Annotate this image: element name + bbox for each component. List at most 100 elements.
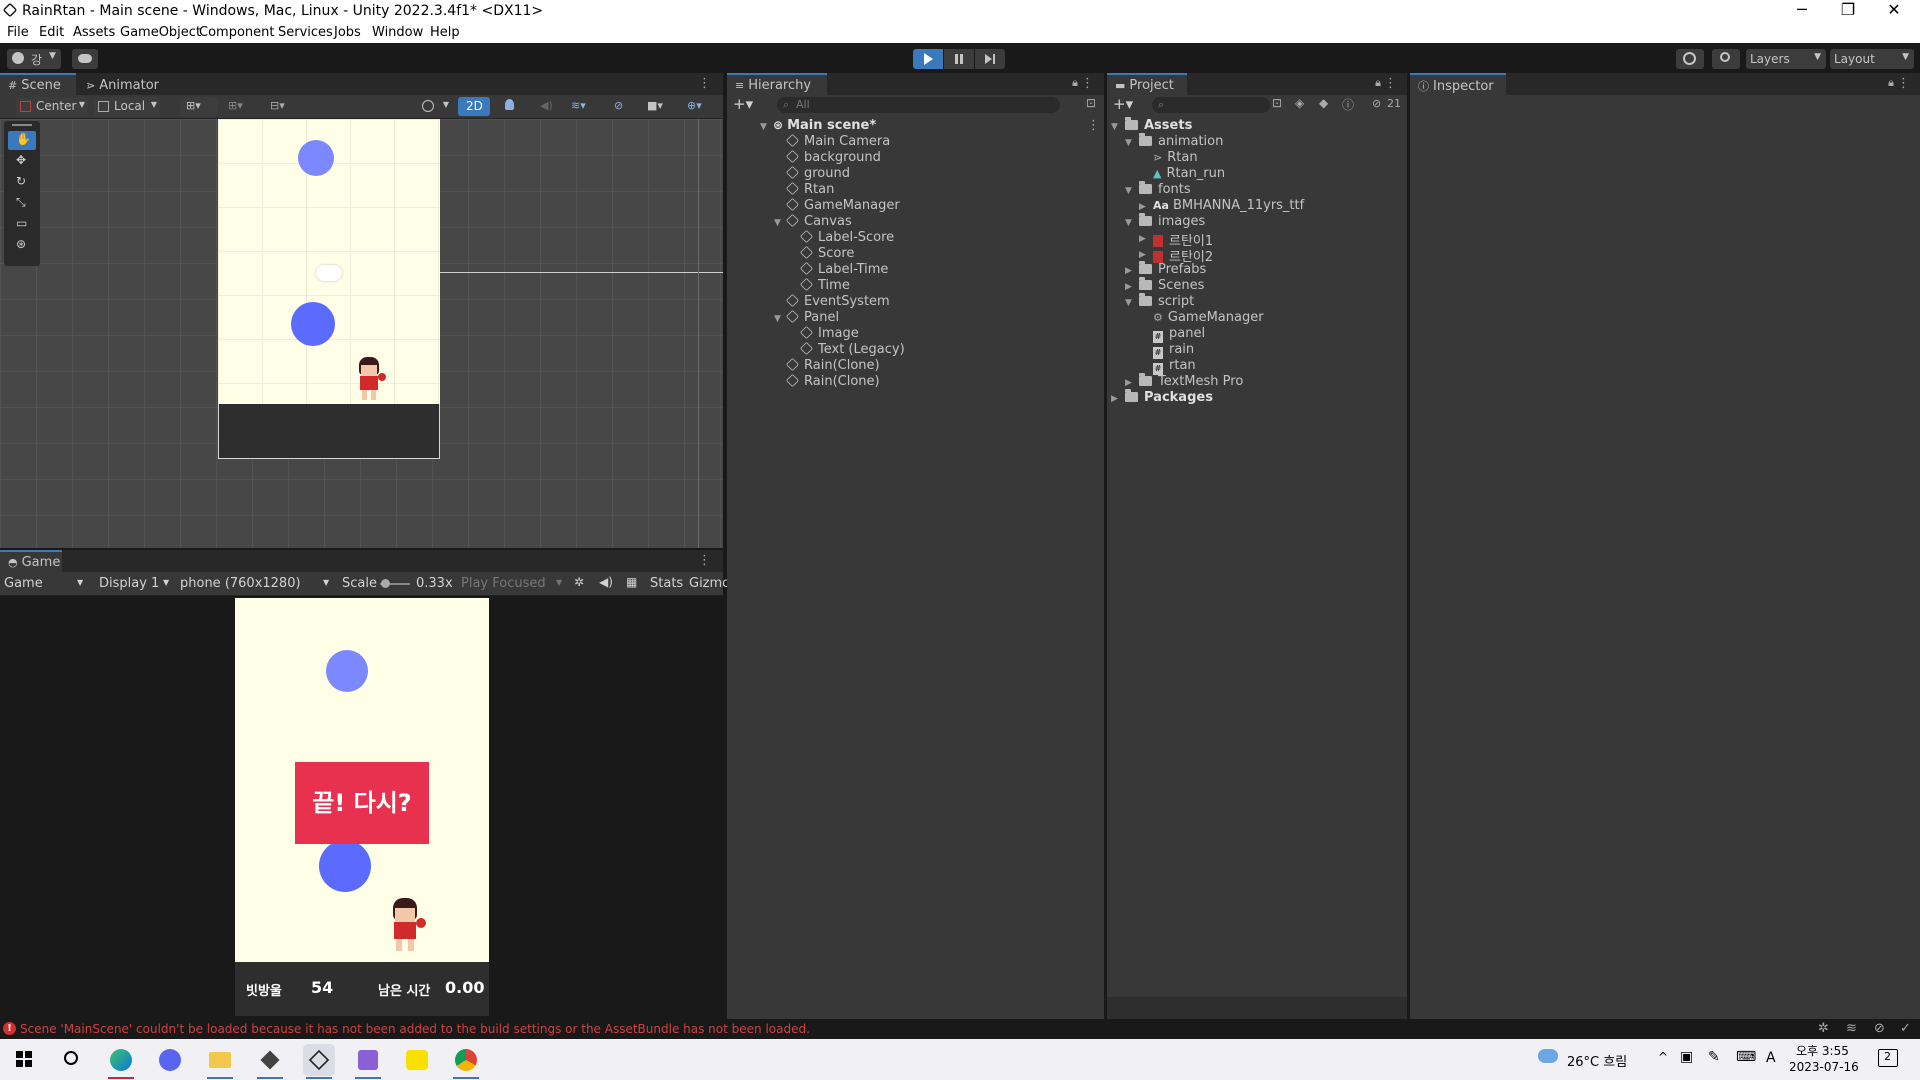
cloud-button[interactable] [72, 49, 98, 69]
menu-assets[interactable]: Assets [73, 25, 115, 40]
project-script-rain[interactable]: # rain [1153, 342, 1194, 359]
layout-dropdown[interactable]: Layout ▼ [1830, 49, 1914, 69]
hierarchy-item-canvas[interactable]: Canvas [785, 213, 852, 230]
hierarchy-item-panel[interactable]: Panel [785, 309, 839, 326]
edge-taskbar-button[interactable] [105, 1044, 137, 1079]
hand-tool-button[interactable]: ✋ [8, 131, 36, 150]
windows-start-icon[interactable] [16, 1051, 32, 1067]
shading-mode-dropdown[interactable]: ▼ [418, 97, 452, 116]
status-error-message[interactable]: Scene 'MainScene' couldn't be loaded bec… [20, 1022, 810, 1036]
notification-button[interactable]: 2 [1878, 1049, 1898, 1067]
expand-arrow-icon[interactable]: ▶ [1139, 250, 1146, 260]
gizmos-dropdown[interactable]: ⊕▾ [682, 97, 718, 116]
project-folder-textmesh-pro[interactable]: TextMesh Pro [1139, 373, 1243, 390]
lock-icon[interactable]: 🔒︎ [1072, 76, 1078, 90]
scale-slider-thumb[interactable] [381, 579, 390, 588]
scene-view[interactable] [0, 119, 723, 548]
panel-menu-icon[interactable]: ⋮ [698, 76, 711, 91]
project-asset-rtan-sprite-1[interactable]: 르탄이1 [1153, 230, 1213, 249]
project-asset-rtan-sprite-2[interactable]: 르탄이2 [1153, 246, 1213, 265]
hierarchy-item-score[interactable]: Score [799, 245, 854, 262]
hierarchy-item-label-score[interactable]: Label-Score [799, 229, 894, 246]
hierarchy-item-image[interactable]: Image [799, 325, 859, 342]
clock-date[interactable]: 2023-07-16 [1789, 1060, 1859, 1074]
stats-button[interactable]: Stats [650, 576, 683, 591]
account-dropdown[interactable]: 강 ▼ [7, 49, 61, 69]
speaker-icon[interactable]: ◀) [599, 575, 613, 589]
project-folder-prefabs[interactable]: Prefabs [1139, 261, 1206, 278]
project-search-input[interactable]: ⌕ [1152, 97, 1270, 113]
weather-icon[interactable] [1538, 1049, 1558, 1063]
unity-hub-taskbar-button[interactable] [254, 1044, 286, 1079]
bug-icon[interactable]: ✲ [574, 575, 584, 589]
expand-arrow-icon[interactable]: ▼ [774, 218, 781, 228]
layers-dropdown[interactable]: Layers ▼ [1746, 49, 1826, 69]
panel-menu-icon[interactable]: ⋮ [1897, 76, 1910, 91]
tab-animator[interactable]: ⋗ Animator [78, 73, 168, 95]
info-icon[interactable]: ⓘ [1342, 96, 1354, 113]
keyboard-icon[interactable]: ⌨ [1736, 1049, 1756, 1065]
hierarchy-item-background[interactable]: background [785, 149, 881, 166]
add-icon[interactable]: +▾ [733, 95, 753, 113]
hidden-icon[interactable]: ⊘ [1874, 1021, 1885, 1036]
menu-edit[interactable]: Edit [39, 25, 64, 40]
game-view[interactable]: 끝! 다시? 빗방울 54 남은 시간 0.00 [0, 596, 723, 1019]
history-button[interactable] [1676, 49, 1704, 69]
lighting-toggle[interactable] [496, 97, 524, 116]
menu-help[interactable]: Help [430, 25, 460, 40]
hierarchy-item-rain-clone[interactable]: Rain(Clone) [785, 373, 880, 390]
project-folder-script[interactable]: script [1139, 293, 1194, 310]
tab-project[interactable]: ▬ Project [1107, 73, 1187, 95]
hidden-packages-icon[interactable]: ⊘ [1372, 97, 1381, 110]
lock-icon[interactable]: 🔒︎ [1888, 76, 1894, 90]
snap-increment-button[interactable]: ⊟▾ [264, 97, 300, 116]
tab-game[interactable]: ◓ Game [0, 550, 62, 572]
expand-arrow-icon[interactable]: ▼ [774, 314, 781, 324]
pen-icon[interactable]: ✎ [1708, 1049, 1720, 1065]
game-over-panel[interactable]: 끝! 다시? [295, 762, 429, 844]
project-asset-rtan-run[interactable]: ▲ Rtan_run [1153, 166, 1225, 182]
project-script-panel[interactable]: # panel [1153, 326, 1205, 343]
rect-tool-button[interactable]: ▭ [8, 215, 36, 234]
hierarchy-item-text-legacy[interactable]: Text (Legacy) [799, 341, 905, 358]
tab-scene[interactable]: # Scene [0, 73, 76, 95]
grid-visibility-button[interactable]: ⊞▾ [222, 97, 258, 116]
mode-2d-toggle[interactable]: 2D [458, 97, 490, 116]
project-asset-rtan-controller[interactable]: ⋗ Rtan [1153, 150, 1198, 166]
tab-hierarchy[interactable]: ≡ Hierarchy [727, 73, 827, 95]
panel-menu-icon[interactable]: ⋮ [1081, 76, 1094, 91]
hierarchy-item-ground[interactable]: ground [785, 165, 850, 182]
expand-arrow-icon[interactable]: ▶ [1111, 394, 1118, 404]
lock-icon[interactable]: 🔒︎ [1375, 76, 1381, 90]
visual-studio-taskbar-button[interactable] [352, 1044, 384, 1079]
menu-component[interactable]: Component [199, 25, 274, 40]
unity-editor-taskbar-button[interactable] [303, 1044, 335, 1079]
search-button[interactable] [1712, 49, 1740, 69]
chevron-up-icon[interactable]: ^ [1658, 1050, 1668, 1064]
rotate-tool-button[interactable]: ↻ [8, 173, 36, 192]
hierarchy-item-rain-clone[interactable]: Rain(Clone) [785, 357, 880, 374]
resolution-dropdown[interactable]: phone (760x1280) [180, 576, 301, 591]
pause-button[interactable] [944, 49, 974, 69]
pivot-local-dropdown[interactable]: Local ▼ [94, 97, 160, 116]
step-button[interactable] [975, 49, 1005, 69]
audio-toggle[interactable]: ◀) [532, 97, 560, 116]
search-by-type-icon[interactable]: ⊡ [1272, 96, 1282, 110]
project-folder-animation[interactable]: animation [1139, 133, 1223, 150]
pivot-center-dropdown[interactable]: Center ▼ [16, 97, 88, 116]
file-explorer-taskbar-button[interactable] [204, 1044, 236, 1079]
project-script-rtan[interactable]: # rtan [1153, 358, 1196, 375]
hierarchy-item-eventsystem[interactable]: EventSystem [785, 293, 890, 310]
expand-arrow-icon[interactable]: ▶ [1125, 378, 1132, 388]
menu-window[interactable]: Window [372, 25, 423, 40]
maximize-button[interactable]: ❐ [1826, 0, 1870, 23]
add-icon[interactable]: +▾ [1113, 95, 1133, 113]
move-tool-button[interactable]: ✥ [8, 152, 36, 171]
tag-icon[interactable]: ◆ [1319, 96, 1328, 110]
collab-icon[interactable]: ✲ [1818, 1021, 1829, 1036]
scene-visibility-toggle[interactable]: ⊘ [608, 97, 636, 116]
search-taskbar-button[interactable] [56, 1044, 88, 1076]
project-asset-font[interactable]: Aa BMHANNA_11yrs_ttf [1153, 198, 1304, 214]
menu-file[interactable]: File [7, 25, 29, 40]
close-button[interactable]: ✕ [1872, 0, 1916, 23]
